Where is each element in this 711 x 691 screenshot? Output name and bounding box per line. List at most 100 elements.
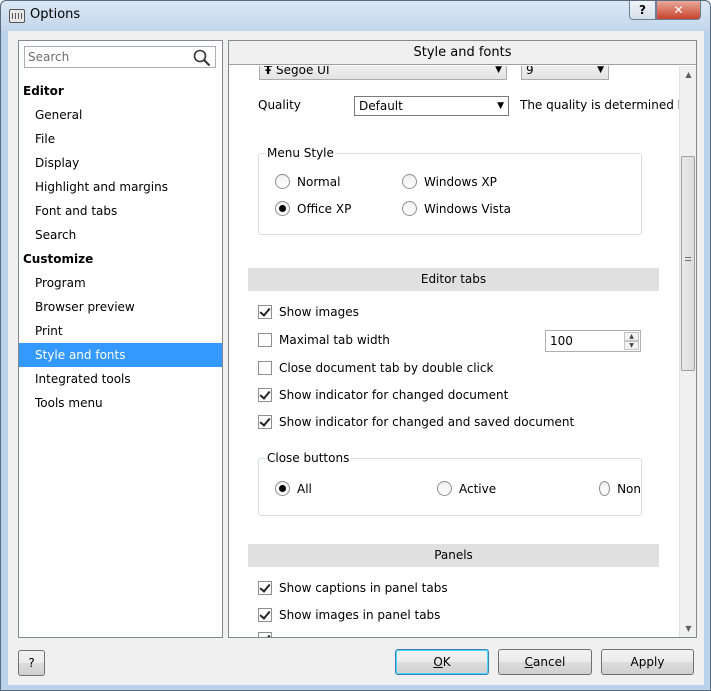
checkbox-box (258, 388, 272, 402)
options-window: Options ? ✕ EditorGeneralFileDisplayHigh… (0, 0, 711, 691)
radio-label: Office XP (297, 201, 352, 216)
radio-circle (275, 481, 290, 496)
tree-item-program[interactable]: Program (19, 271, 222, 295)
checkbox-panel-captions[interactable]: Show captions in panel tabs (258, 581, 448, 595)
font-size-value: 9 (526, 66, 534, 77)
search-box[interactable] (24, 46, 216, 68)
panels-header: Panels (248, 544, 659, 567)
panel-title: Style and fonts (229, 41, 696, 65)
scrollbar-thumb[interactable] (681, 156, 695, 371)
scroll-up-icon[interactable]: ▲ (680, 66, 696, 83)
radio-circle (275, 201, 290, 216)
radio-close-active[interactable]: Active (437, 481, 496, 496)
app-icon (9, 9, 25, 23)
checkbox-label: Show indicator for changed document (279, 388, 509, 402)
ok-button[interactable]: OK (395, 649, 489, 675)
tree-item-general[interactable]: General (19, 103, 222, 127)
checkbox-show-images[interactable]: Show images (258, 305, 359, 319)
checkbox-indicator-saved[interactable]: Show indicator for changed and saved doc… (258, 415, 574, 429)
radio-close-none[interactable]: Non (599, 481, 641, 496)
vertical-scrollbar[interactable]: ▲ ▼ (679, 66, 696, 637)
options-nav-panel: EditorGeneralFileDisplayHighlight and ma… (18, 40, 223, 638)
tree-item-font-and-tabs[interactable]: Font and tabs (19, 199, 222, 223)
checkbox-label: Show indicator for changed and saved doc… (279, 415, 575, 429)
options-tree: Editor General File Display Highlight and ma… (19, 79, 222, 415)
tree-group-editor[interactable]: Editor (19, 79, 222, 103)
chevron-down-icon: ▼ (497, 101, 504, 111)
chevron-down-icon: ▼ (495, 66, 502, 75)
tree-group-customize[interactable]: Customize (19, 247, 222, 271)
dialog-client: EditorGeneralFileDisplayHighlight and ma… (8, 31, 704, 685)
checkbox-label: Maximal tab width (279, 333, 390, 347)
close-icon: ✕ (673, 3, 684, 17)
max-tab-width-input[interactable] (546, 331, 622, 351)
checkbox-box (258, 632, 272, 637)
cancel-button[interactable]: Cancel (498, 649, 592, 675)
checkbox-box (258, 608, 272, 622)
tree-item-highlight-and-margins[interactable]: Highlight and margins (19, 175, 222, 199)
scroll-down-icon[interactable]: ▼ (680, 620, 696, 637)
ok-label: OK (433, 655, 451, 669)
font-type-icon: Ŧ (264, 66, 273, 77)
checkbox-close-dblclick[interactable]: Close document tab by double click (258, 361, 493, 375)
radio-label: Non (617, 481, 641, 496)
close-button[interactable]: ✕ (656, 1, 701, 20)
font-size-combo[interactable]: 9 ▼ (521, 66, 609, 80)
checkbox-box (258, 361, 272, 375)
search-icon[interactable] (193, 49, 211, 67)
editor-tabs-header: Editor tabs (248, 268, 659, 291)
radio-label: Windows Vista (424, 201, 511, 216)
spin-down-icon[interactable]: ▼ (624, 341, 639, 350)
spin-up-icon[interactable]: ▲ (624, 332, 639, 341)
close-buttons-title: Close buttons (265, 451, 352, 465)
radio-circle (599, 481, 611, 496)
tree-item-tools-menu[interactable]: Tools menu (19, 391, 222, 415)
radio-label: All (297, 481, 312, 496)
quality-combo[interactable]: Default ▼ (354, 96, 509, 116)
tree-item-file[interactable]: File (19, 127, 222, 151)
title-help-button[interactable]: ? (629, 1, 656, 20)
tree-item-browser-preview[interactable]: Browser preview (19, 295, 222, 319)
checkbox-label: Show captions in panel tabs (279, 581, 448, 595)
title-bar[interactable]: Options ? ✕ (1, 1, 710, 31)
radio-label: Windows XP (424, 174, 497, 189)
settings-panel: Style and fonts Ŧ Segoe UI ▼ 9 ▼ Quality… (228, 40, 697, 638)
checkbox-max-tab-width[interactable]: Maximal tab width (258, 333, 390, 347)
grip-icon (685, 257, 691, 263)
checkbox-box (258, 333, 272, 347)
radio-close-all[interactable]: All (275, 481, 312, 496)
max-tab-width-spinner[interactable]: ▲ ▼ (545, 330, 641, 352)
search-input[interactable] (25, 47, 190, 67)
checkbox-label: Show images in panel tabs (279, 608, 441, 622)
checkbox-label: Close document tab by double click (279, 361, 494, 375)
quality-label: Quality (258, 98, 301, 112)
checkbox-box (258, 581, 272, 595)
checkbox-indicator-changed[interactable]: Show indicator for changed document (258, 388, 508, 402)
radio-label: Active (459, 481, 497, 496)
font-combo[interactable]: Ŧ Segoe UI ▼ (259, 66, 507, 80)
radio-windows-xp[interactable]: Windows XP (402, 174, 497, 189)
cancel-label: Cancel (524, 655, 566, 669)
tree-item-search[interactable]: Search (19, 223, 222, 247)
help-button[interactable]: ? (18, 650, 45, 676)
close-buttons-group: Close buttons All Active Non (258, 451, 642, 516)
checkbox-box (258, 305, 272, 319)
checkbox-panel-images[interactable]: Show images in panel tabs (258, 608, 440, 622)
radio-windows-vista[interactable]: Windows Vista (402, 201, 511, 216)
tree-item-print[interactable]: Print (19, 319, 222, 343)
tree-item-integrated-tools[interactable]: Integrated tools (19, 367, 222, 391)
radio-office-xp[interactable]: Office XP (275, 201, 351, 216)
chevron-down-icon: ▼ (597, 66, 604, 75)
tree-item-display[interactable]: Display (19, 151, 222, 175)
checkbox-label: Show images (279, 305, 359, 319)
checkbox-partial[interactable] (258, 632, 279, 637)
quality-description: The quality is determined by t (520, 98, 679, 112)
radio-circle (275, 174, 290, 189)
apply-button[interactable]: Apply (601, 649, 694, 675)
radio-normal[interactable]: Normal (275, 174, 340, 189)
quality-combo-value: Default (359, 99, 403, 113)
checkbox-box (258, 415, 272, 429)
menu-style-title: Menu Style (265, 146, 336, 160)
tree-item-style-and-fonts[interactable]: Style and fonts (19, 343, 222, 367)
settings-scroll-area: Ŧ Segoe UI ▼ 9 ▼ Quality Default ▼ The q… (229, 66, 679, 637)
